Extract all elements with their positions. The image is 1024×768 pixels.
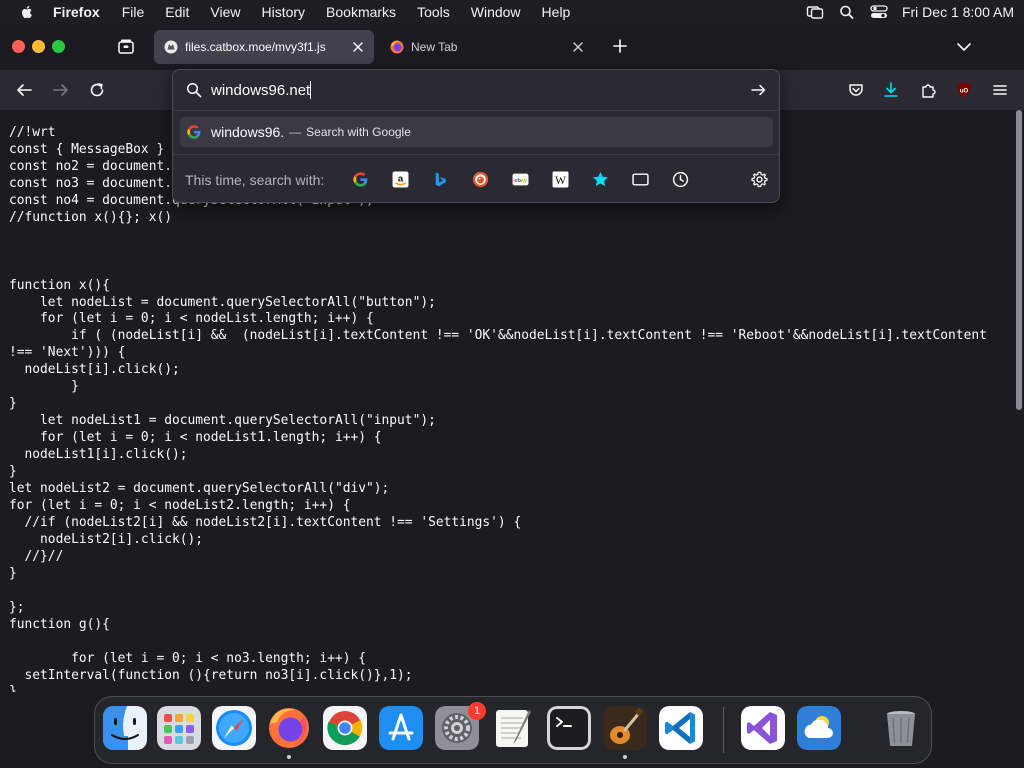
dock-vscode[interactable] xyxy=(659,706,703,750)
go-arrow-icon[interactable] xyxy=(750,82,767,98)
gear-icon[interactable] xyxy=(751,171,768,188)
url-input[interactable] xyxy=(211,80,731,100)
dock-weather[interactable] xyxy=(797,706,841,750)
garageband-guitar-icon xyxy=(603,706,647,750)
svg-text:uO: uO xyxy=(960,89,969,95)
text-caret xyxy=(310,81,311,99)
app-store-icon xyxy=(379,706,423,750)
divider xyxy=(173,154,779,155)
dock-trash[interactable] xyxy=(879,706,923,750)
spotlight-search-icon[interactable] xyxy=(838,4,856,20)
menu-view[interactable]: View xyxy=(210,0,240,24)
menu-edit[interactable]: Edit xyxy=(165,0,189,24)
svg-text:W: W xyxy=(555,174,566,187)
ublock-origin-icon[interactable]: uO xyxy=(955,81,973,99)
bookmarks-star-icon[interactable] xyxy=(592,171,609,188)
tabs-icon[interactable] xyxy=(632,171,649,188)
extensions-icon[interactable] xyxy=(919,81,937,99)
menu-help[interactable]: Help xyxy=(542,0,571,24)
window-close-button[interactable] xyxy=(12,40,25,53)
source-code-text: //!wrt const { MessageBox } const no2 = … xyxy=(9,125,987,692)
google-icon[interactable] xyxy=(352,171,369,188)
close-tab-icon[interactable] xyxy=(352,41,364,53)
dock: 1 xyxy=(94,696,932,764)
forward-arrow-icon[interactable] xyxy=(52,81,70,99)
tab-catbox-js[interactable]: files.catbox.moe/mvy3f1.js xyxy=(154,30,374,64)
search-icon xyxy=(186,82,202,98)
pocket-icon[interactable] xyxy=(847,81,865,99)
vertical-scrollbar[interactable] xyxy=(1014,110,1024,692)
screen-mirroring-icon[interactable] xyxy=(806,4,824,20)
urlbar-dropdown: windows96. — Search with Google This tim… xyxy=(172,69,780,203)
apple-icon[interactable] xyxy=(19,4,35,20)
window-minimize-button[interactable] xyxy=(32,40,45,53)
dock-garageband[interactable] xyxy=(603,706,647,750)
bing-icon[interactable] xyxy=(432,171,449,188)
tab-strip: files.catbox.moe/mvy3f1.js New Tab xyxy=(0,24,1024,70)
menu-window[interactable]: Window xyxy=(471,0,521,24)
dock-textedit[interactable] xyxy=(491,706,535,750)
window-zoom-button[interactable] xyxy=(52,40,65,53)
close-tab-icon[interactable] xyxy=(572,41,584,53)
dock-app-store[interactable] xyxy=(379,706,423,750)
dock-visual-studio[interactable] xyxy=(741,706,785,750)
amazon-icon[interactable]: a xyxy=(392,171,409,188)
downloads-icon[interactable] xyxy=(882,81,900,99)
tab-new-tab[interactable]: New Tab xyxy=(380,30,594,64)
history-clock-icon[interactable] xyxy=(672,171,689,188)
ebay-icon[interactable]: e b a y xyxy=(512,171,529,188)
google-icon xyxy=(187,125,201,139)
safari-icon xyxy=(212,706,256,750)
search-suggestion-row[interactable]: windows96. — Search with Google xyxy=(180,117,773,147)
one-off-search-label: This time, search with: xyxy=(185,172,325,188)
catbox-favicon-icon xyxy=(164,40,178,54)
urlbar[interactable] xyxy=(173,70,779,110)
menu-bar: Firefox File Edit View History Bookmarks… xyxy=(0,0,1024,24)
firefox-view-icon[interactable] xyxy=(116,37,136,57)
running-indicator xyxy=(287,755,291,759)
duckduckgo-icon[interactable] xyxy=(472,171,489,188)
tab-title: New Tab xyxy=(411,40,458,54)
tab-title: files.catbox.moe/mvy3f1.js xyxy=(185,40,326,54)
suggestion-action-label: Search with Google xyxy=(306,125,411,139)
menubar-clock[interactable]: Fri Dec 1 8:00 AM xyxy=(902,4,1014,20)
new-tab-icon[interactable] xyxy=(612,38,628,54)
dock-safari[interactable] xyxy=(212,706,256,750)
firefox-favicon-icon xyxy=(390,40,404,54)
weather-icon xyxy=(797,706,841,750)
menu-app-name[interactable]: Firefox xyxy=(53,0,100,24)
hamburger-menu-icon[interactable] xyxy=(991,81,1009,99)
scrollbar-thumb[interactable] xyxy=(1016,110,1022,410)
menu-history[interactable]: History xyxy=(261,0,305,24)
divider xyxy=(173,110,779,111)
dock-launchpad[interactable] xyxy=(157,706,201,750)
visual-studio-icon xyxy=(741,706,785,750)
running-indicator xyxy=(623,755,627,759)
dock-terminal[interactable] xyxy=(547,706,591,750)
suggestion-text: windows96. xyxy=(211,124,285,140)
notification-badge: 1 xyxy=(468,702,486,720)
trash-icon xyxy=(887,711,915,746)
finder-icon xyxy=(103,706,147,750)
suggestion-separator: — xyxy=(289,125,302,139)
control-center-icon[interactable] xyxy=(870,4,888,20)
vscode-icon xyxy=(659,706,703,750)
reload-icon[interactable] xyxy=(88,81,106,99)
back-arrow-icon[interactable] xyxy=(15,81,33,99)
svg-text:a: a xyxy=(398,174,404,185)
menu-bookmarks[interactable]: Bookmarks xyxy=(326,0,396,24)
chrome-icon xyxy=(323,706,367,750)
terminal-icon xyxy=(547,706,591,750)
wikipedia-icon[interactable]: W xyxy=(552,171,569,188)
dock-separator xyxy=(723,707,724,753)
dock-finder[interactable] xyxy=(103,706,147,750)
dock-chrome[interactable] xyxy=(323,706,367,750)
chevron-down-icon[interactable] xyxy=(956,40,972,54)
menu-file[interactable]: File xyxy=(122,0,145,24)
firefox-icon xyxy=(269,708,309,748)
menu-tools[interactable]: Tools xyxy=(417,0,450,24)
dock-firefox[interactable] xyxy=(267,706,311,750)
launchpad-icon xyxy=(157,706,201,750)
textedit-icon xyxy=(496,710,531,747)
